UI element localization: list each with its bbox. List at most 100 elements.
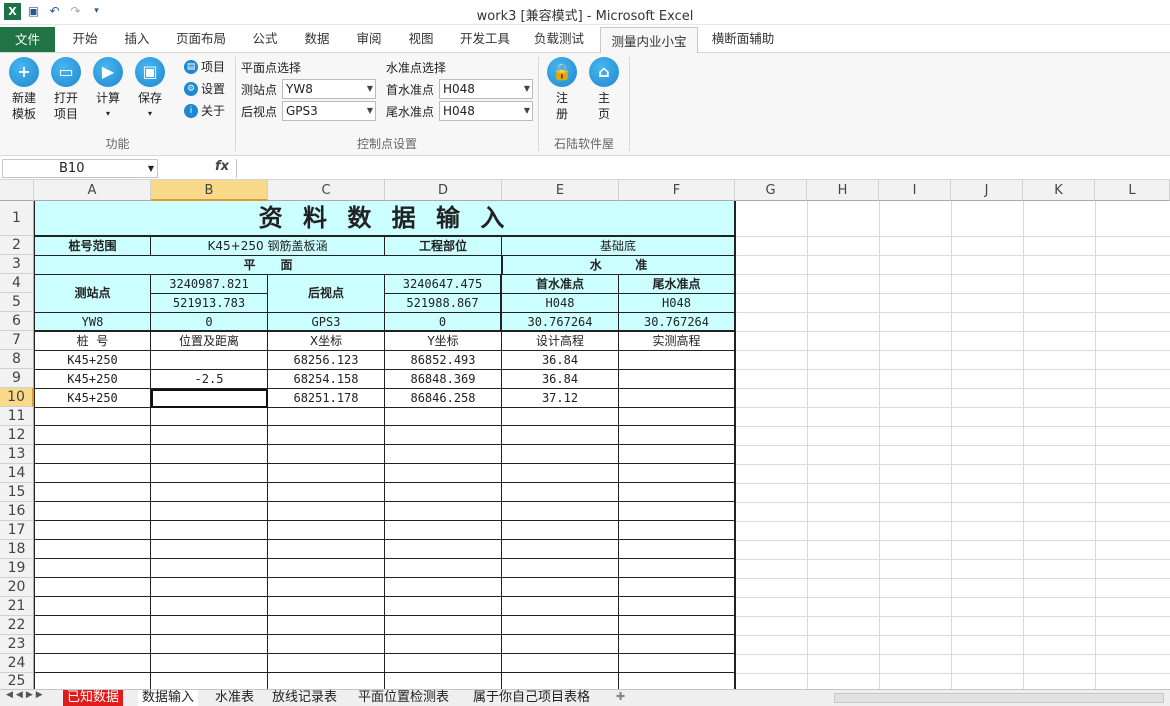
station-select[interactable]: YW8 ▼ [282, 79, 376, 99]
save-button[interactable]: ▣ 保存 ▾ [131, 57, 169, 122]
row-header[interactable]: 2 [0, 236, 34, 255]
tab-cross-section[interactable]: 横断面辅助 [704, 25, 782, 53]
tab-data[interactable]: 数据 [292, 25, 342, 53]
cell-d2[interactable]: 工程部位 [385, 237, 502, 256]
cell-e2[interactable]: 基础底 [502, 237, 736, 256]
sheet-tab[interactable]: 放线记录表 [268, 690, 341, 706]
cell-d4[interactable]: 3240647.475 [385, 275, 502, 294]
cell-e6[interactable]: 30.767264 [502, 313, 619, 332]
tab-developer[interactable]: 开发工具 [452, 25, 518, 53]
tab-insert[interactable]: 插入 [112, 25, 162, 53]
row-header[interactable]: 17 [0, 521, 34, 540]
cell-f4[interactable]: 尾水准点 [619, 275, 736, 294]
table-cell[interactable]: 68256.123 [268, 351, 385, 370]
table-cell[interactable] [619, 389, 736, 408]
sheet-tab[interactable]: 平面位置检测表 [354, 690, 453, 706]
tab-load-test[interactable]: 负载测试 [526, 25, 592, 53]
cell-e4[interactable]: 首水准点 [502, 275, 619, 294]
register-button[interactable]: 🔒 注 册 [543, 57, 581, 122]
cell-b7[interactable]: 位置及距离 [151, 332, 268, 351]
cell-f7[interactable]: 实测高程 [619, 332, 736, 351]
cell-f6[interactable]: 30.767264 [619, 313, 736, 332]
table-cell[interactable]: 86852.493 [385, 351, 502, 370]
cell-e3[interactable]: 水 准 [502, 256, 736, 275]
cell-c6[interactable]: GPS3 [268, 313, 385, 332]
table-cell[interactable]: K45+250 [35, 351, 151, 370]
row-header[interactable]: 12 [0, 426, 34, 445]
spreadsheet-grid[interactable]: A B C D E F G H I J K L 1 2 3 4 5 6 7 8 … [0, 180, 1170, 690]
sheet-tab[interactable]: 已知数据 [63, 690, 124, 706]
settings-button[interactable]: ⚙ 设置 [184, 80, 225, 97]
tab-home[interactable]: 开始 [60, 25, 110, 53]
table-cell[interactable]: 37.12 [502, 389, 619, 408]
new-sheet-icon[interactable]: ✚ [616, 690, 625, 703]
row-header[interactable]: 19 [0, 559, 34, 578]
column-header[interactable]: G [735, 180, 807, 201]
sheet-tab-active[interactable]: 数据输入 [138, 690, 199, 706]
table-cell[interactable]: 86846.258 [385, 389, 502, 408]
cell-c7[interactable]: X坐标 [268, 332, 385, 351]
row-header[interactable]: 3 [0, 255, 34, 274]
cell-d7[interactable]: Y坐标 [385, 332, 502, 351]
tab-formulas[interactable]: 公式 [240, 25, 290, 53]
calculate-button[interactable]: ▶ 计算 ▾ [89, 57, 127, 122]
tab-file[interactable]: 文件 [0, 27, 55, 52]
column-header[interactable]: D [385, 180, 502, 201]
first-level-select[interactable]: H048 ▼ [439, 79, 533, 99]
column-header[interactable]: I [879, 180, 951, 201]
tab-review[interactable]: 审阅 [344, 25, 394, 53]
column-header[interactable]: A [34, 180, 151, 201]
row-header[interactable]: 1 [0, 201, 34, 236]
sheet-tab[interactable]: 水准表 [211, 690, 258, 706]
table-cell[interactable]: -2.5 [151, 370, 268, 389]
column-header[interactable]: J [951, 180, 1023, 201]
row-header[interactable]: 21 [0, 597, 34, 616]
insert-function-icon[interactable]: fx [215, 159, 229, 174]
column-header[interactable]: C [268, 180, 385, 201]
select-all-corner[interactable] [0, 180, 34, 201]
cell-a2[interactable]: 桩号范围 [35, 237, 151, 256]
row-header[interactable]: 5 [0, 293, 34, 312]
row-header[interactable]: 14 [0, 464, 34, 483]
cell-a7[interactable]: 桩 号 [35, 332, 151, 351]
table-cell[interactable] [619, 351, 736, 370]
about-button[interactable]: i 关于 [184, 102, 225, 119]
column-header[interactable]: H [807, 180, 879, 201]
cell-b6[interactable]: 0 [151, 313, 268, 332]
row-header[interactable]: 8 [0, 350, 34, 369]
row-header[interactable]: 4 [0, 274, 34, 293]
cell-d5[interactable]: 521988.867 [385, 294, 502, 313]
row-header[interactable]: 18 [0, 540, 34, 559]
cell-a6[interactable]: YW8 [35, 313, 151, 332]
horizontal-scrollbar[interactable] [834, 693, 1164, 703]
cell-a3[interactable]: 平 面 [35, 256, 502, 275]
cell-b5[interactable]: 521913.783 [151, 294, 268, 313]
row-header[interactable]: 6 [0, 312, 34, 331]
tab-survey-assistant[interactable]: 测量内业小宝 [600, 27, 698, 54]
last-level-select[interactable]: H048 ▼ [439, 101, 533, 121]
row-header[interactable]: 15 [0, 483, 34, 502]
table-cell[interactable] [151, 351, 268, 370]
tab-page-layout[interactable]: 页面布局 [168, 25, 234, 53]
cell-b2[interactable]: K45+250 钢筋盖板涵 [151, 237, 385, 256]
table-cell[interactable] [619, 370, 736, 389]
cell-f5[interactable]: H048 [619, 294, 736, 313]
project-button[interactable]: ▤ 项目 [184, 58, 225, 75]
column-header[interactable]: F [619, 180, 735, 201]
row-header[interactable]: 24 [0, 654, 34, 673]
table-cell[interactable]: K45+250 [35, 389, 151, 408]
row-header[interactable]: 7 [0, 331, 34, 350]
table-cell[interactable]: 86848.369 [385, 370, 502, 389]
row-header[interactable]: 22 [0, 616, 34, 635]
column-header[interactable]: L [1095, 180, 1170, 201]
tab-view[interactable]: 视图 [396, 25, 446, 53]
row-header[interactable]: 20 [0, 578, 34, 597]
sheet-nav-arrows-icon[interactable]: ◀◀▶▶ [6, 690, 46, 700]
table-cell[interactable]: 36.84 [502, 351, 619, 370]
formula-input[interactable] [236, 159, 1168, 178]
cell-c4[interactable]: 后视点 [268, 275, 385, 313]
cell-e5[interactable]: H048 [502, 294, 619, 313]
active-cell-b10[interactable] [151, 389, 268, 408]
row-header[interactable]: 9 [0, 369, 34, 388]
sheet-tab[interactable]: 属于你自己项目表格 [469, 690, 594, 706]
